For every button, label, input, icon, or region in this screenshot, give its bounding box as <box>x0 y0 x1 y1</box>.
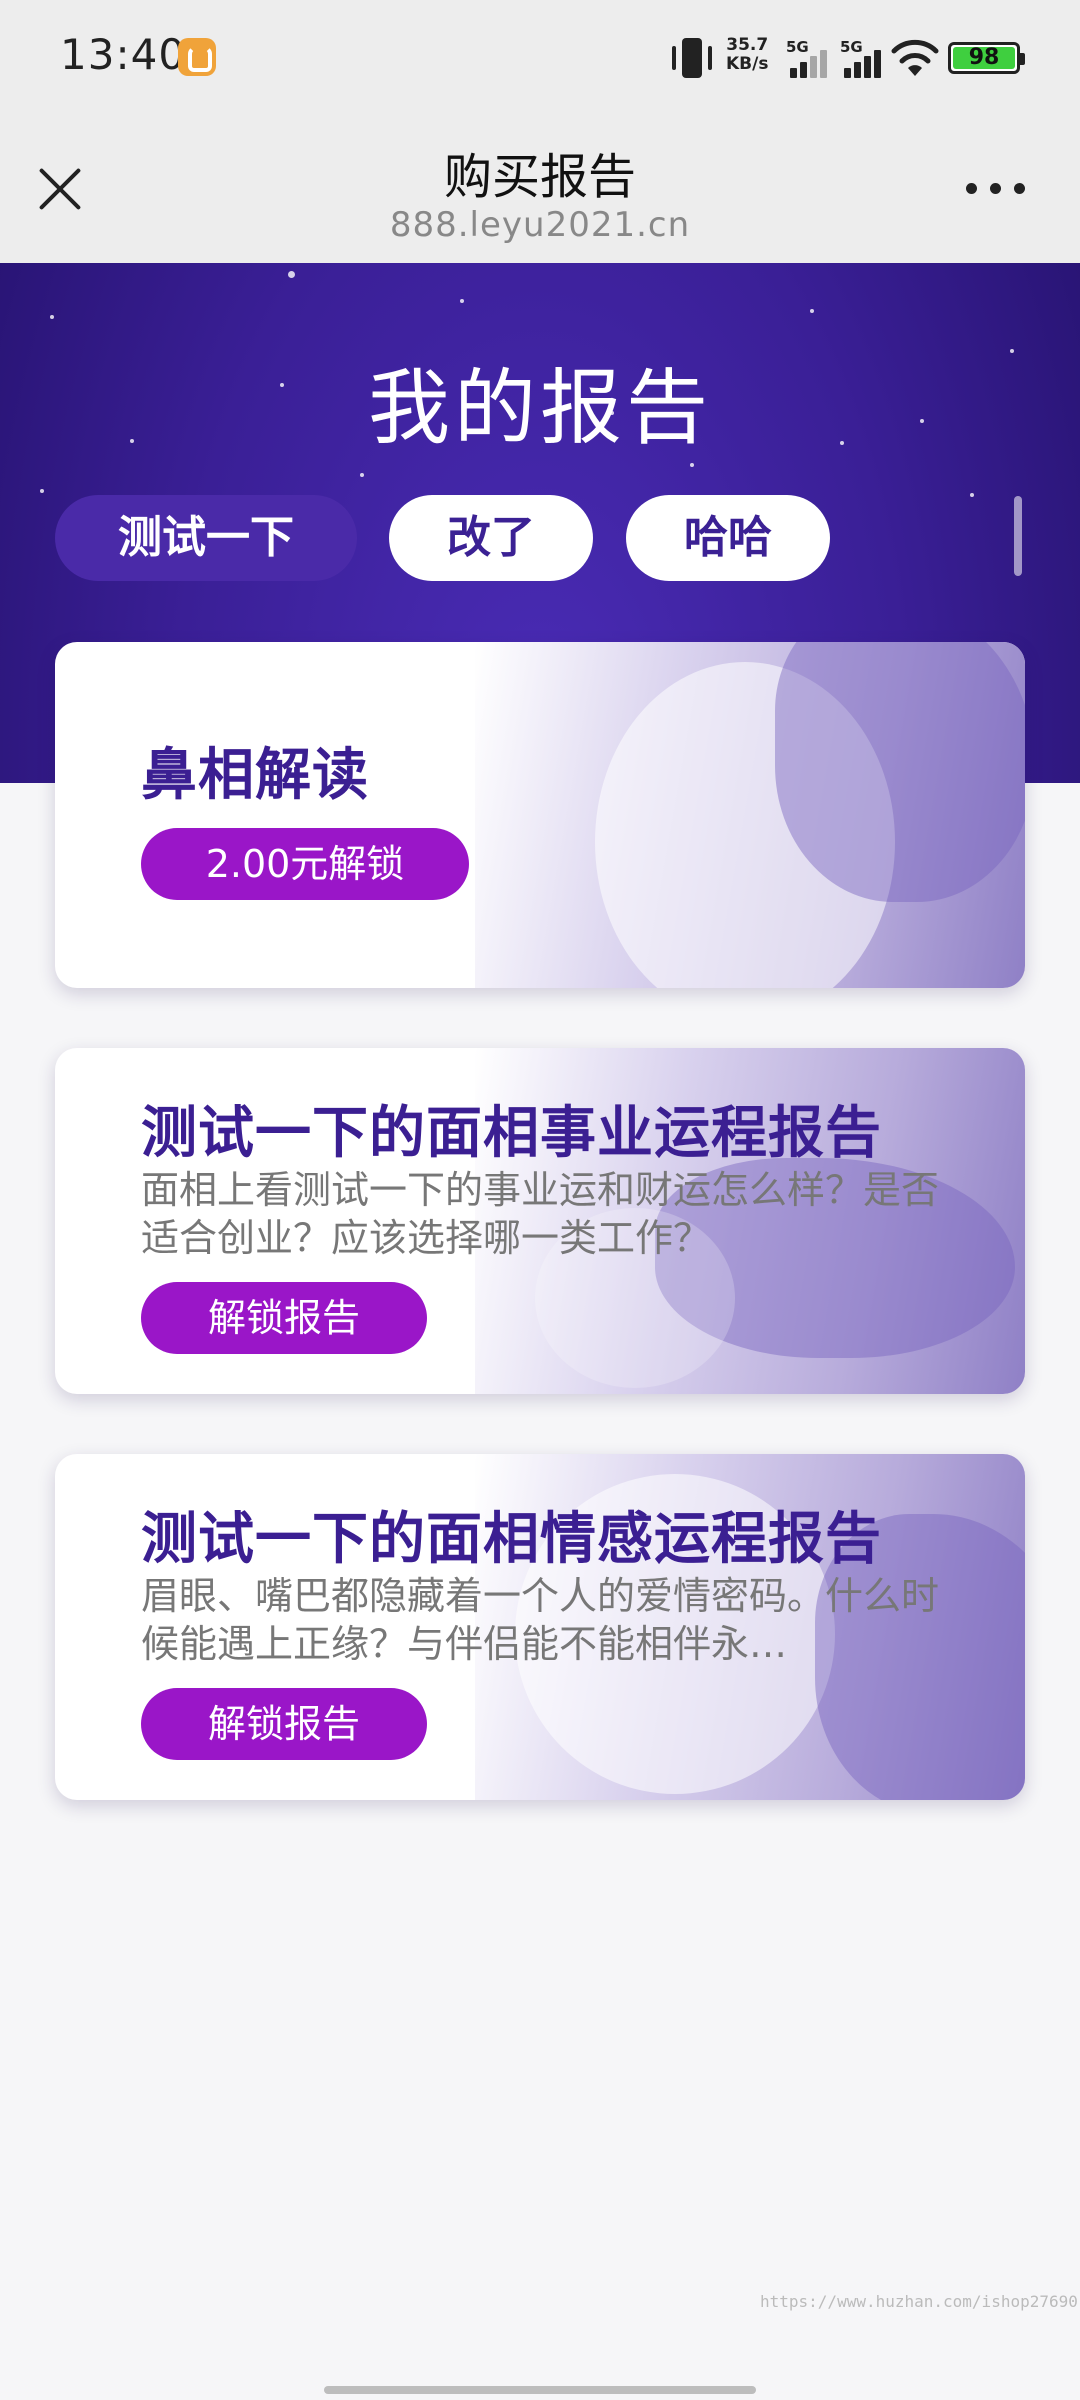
status-time: 13:40 <box>60 30 187 79</box>
network-speed-unit: KB/s <box>726 54 769 74</box>
card-title: 测试一下的面相情感运程报告 <box>141 1507 882 1572</box>
unlock-button[interactable]: 解锁报告 <box>141 1688 427 1760</box>
signal-icon: 5G <box>840 38 888 78</box>
unlock-button[interactable]: 2.00元解锁 <box>141 828 469 900</box>
page-url: 888.leyu2021.cn <box>389 205 691 245</box>
hero-title: 我的报告 <box>367 361 712 456</box>
vibrate-icon <box>668 38 716 78</box>
page-title: 购买报告 <box>443 149 636 205</box>
unlock-button[interactable]: 解锁报告 <box>141 1282 427 1354</box>
signal-tag: 5G <box>786 38 809 56</box>
status-bar: 13:40 35.7 KB/s 5G 5G 98 <box>0 0 1080 115</box>
tabs-scrollbar[interactable] <box>1014 496 1022 576</box>
tab-haha[interactable]: 哈哈 <box>626 495 830 581</box>
tab-changed[interactable]: 改了 <box>389 495 593 581</box>
battery-icon: 98 <box>948 42 1025 74</box>
network-speed-value: 35.7 <box>726 35 769 55</box>
report-card-love[interactable]: 测试一下的面相情感运程报告 眉眼、嘴巴都隐藏着一个人的爱情密码。什么时候能遇上正… <box>55 1454 1025 1800</box>
report-card-career[interactable]: 测试一下的面相事业运程报告 面相上看测试一下的事业运和财运怎么样？是否适合创业？… <box>55 1048 1025 1394</box>
more-icon[interactable] <box>966 183 1026 195</box>
wifi-icon <box>891 39 939 76</box>
watermark: https://www.huzhan.com/ishop27690 <box>760 2292 1078 2311</box>
tab-test[interactable]: 测试一下 <box>55 495 357 581</box>
signal-tag: 5G <box>840 38 863 56</box>
home-indicator[interactable] <box>324 2386 756 2394</box>
card-description: 面相上看测试一下的事业运和财运怎么样？是否适合创业？应该选择哪一类工作？ <box>141 1168 940 1260</box>
card-image <box>475 642 1025 988</box>
network-speed: 35.7 KB/s <box>726 36 768 74</box>
title-bar: 购买报告 888.leyu2021.cn <box>0 115 1080 263</box>
card-title: 测试一下的面相事业运程报告 <box>141 1101 882 1166</box>
app-notification-icon <box>178 38 216 76</box>
card-description: 眉眼、嘴巴都隐藏着一个人的爱情密码。什么时候能遇上正缘？与伴侣能不能相伴永… <box>141 1574 940 1666</box>
report-card-nose[interactable]: 鼻相解读 2.00元解锁 <box>55 642 1025 988</box>
signal-icon: 5G <box>786 38 834 78</box>
card-title: 鼻相解读 <box>141 743 369 808</box>
battery-level: 98 <box>968 45 1000 70</box>
